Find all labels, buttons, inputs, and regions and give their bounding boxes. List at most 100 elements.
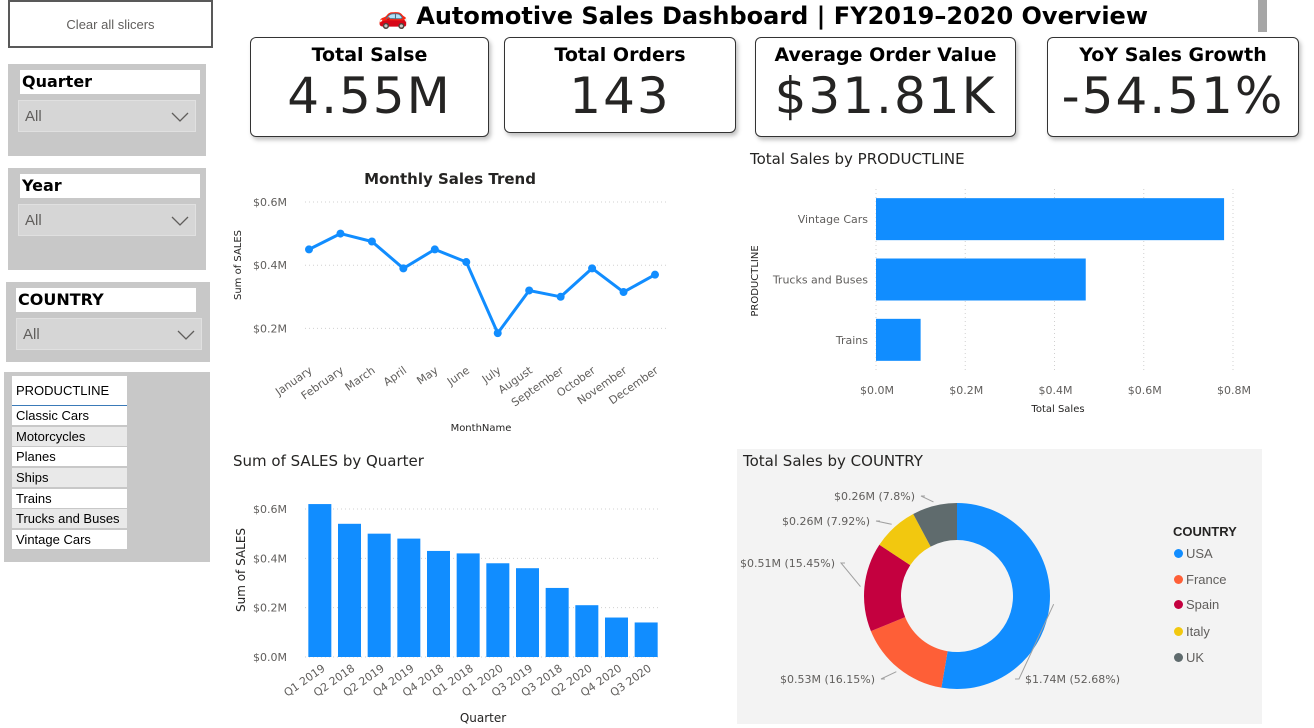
kpi-label: Total Salse xyxy=(311,44,428,66)
data-point xyxy=(336,229,345,238)
legend-item-france[interactable]: France xyxy=(1174,572,1226,587)
quarter-chart-title: Sum of SALES by Quarter xyxy=(233,452,424,470)
bar xyxy=(486,563,510,657)
bar xyxy=(575,605,599,657)
data-point xyxy=(305,245,313,254)
bar xyxy=(605,617,628,657)
sales-by-quarter-chart[interactable]: Sum of SALES Quarter $0.0M $0.2M $0.4M $0.6… xyxy=(225,475,675,725)
y-tick-label: $0.4M xyxy=(253,259,287,272)
year-slicer-label: Year xyxy=(20,174,200,198)
data-label: $1.74M (52.68%) xyxy=(1025,673,1120,686)
productline-item-vintage-cars[interactable]: Vintage Cars xyxy=(12,530,127,549)
bar xyxy=(427,550,450,657)
x-tick-label: March xyxy=(343,364,378,394)
country-dropdown[interactable]: All xyxy=(16,318,202,350)
productline-item-ships[interactable]: Ships xyxy=(12,468,127,487)
year-dropdown-value: All xyxy=(25,212,42,229)
quarter-dropdown-value: All xyxy=(25,108,42,125)
kpi-average-order-value: Average Order Value $31.81K xyxy=(755,37,1016,137)
bar xyxy=(456,553,480,657)
bar xyxy=(516,568,539,657)
data-point xyxy=(588,264,597,273)
x-tick-label: May xyxy=(414,364,440,388)
productline-item-motorcycles[interactable]: Motorcycles xyxy=(12,427,127,446)
label-leader-line xyxy=(875,520,892,525)
data-point xyxy=(619,288,628,297)
label-leader-line xyxy=(880,671,897,680)
x-axis-title: MonthName xyxy=(451,423,512,434)
productline-item-trucks-and-buses[interactable]: Trucks and Buses xyxy=(12,509,127,528)
quarter-dropdown[interactable]: All xyxy=(18,100,196,132)
legend-label: USA xyxy=(1186,546,1213,561)
y-tick-label: $0.2M xyxy=(253,602,287,615)
chevron-down-icon xyxy=(171,112,189,122)
productline-slicer: PRODUCTLINE Classic Cars Motorcycles Pla… xyxy=(4,372,210,562)
productline-item-planes[interactable]: Planes xyxy=(12,447,127,466)
bar xyxy=(545,587,569,657)
legend-item-usa[interactable]: USA xyxy=(1174,546,1213,561)
legend-label: Spain xyxy=(1186,597,1220,612)
chevron-down-icon xyxy=(177,330,195,340)
sales-by-country-donut-chart[interactable]: $1.74M (52.68%) $0.53M (16.15%) $0.51M (15… xyxy=(737,475,1167,720)
legend-label: France xyxy=(1186,572,1227,587)
data-label: $0.53M (16.15%) xyxy=(780,673,875,686)
data-point xyxy=(651,270,659,279)
quarter-slicer-label: Quarter xyxy=(20,70,200,94)
productline-chart-title: Total Sales by PRODUCTLINE xyxy=(750,150,965,168)
country-dropdown-value: All xyxy=(23,326,40,343)
legend-item-italy[interactable]: Italy xyxy=(1174,624,1210,639)
country-slicer-label: COUNTRY xyxy=(16,288,196,312)
chart-title: Monthly Sales Trend xyxy=(364,170,536,188)
data-point xyxy=(525,286,534,295)
legend-dot xyxy=(1174,575,1183,584)
y-tick-label: $0.2M xyxy=(253,322,287,335)
bar xyxy=(876,198,1225,241)
year-dropdown[interactable]: All xyxy=(18,204,196,236)
data-point xyxy=(493,329,502,338)
bar xyxy=(876,258,1086,301)
bar xyxy=(338,523,361,657)
kpi-label: Average Order Value xyxy=(774,44,997,66)
label-leader-line xyxy=(839,562,861,587)
legend-item-spain[interactable]: Spain xyxy=(1174,597,1219,612)
legend-label: Italy xyxy=(1186,624,1210,639)
data-point xyxy=(430,245,439,254)
data-point xyxy=(556,292,565,301)
series-line xyxy=(308,232,656,337)
kpi-value: 4.55M xyxy=(287,67,452,125)
page-title: 🚗 Automotive Sales Dashboard | FY2019–20… xyxy=(378,2,1149,30)
data-point xyxy=(367,237,376,246)
y-axis-title: Sum of SALES xyxy=(234,528,248,612)
country-chart-title: Total Sales by COUNTRY xyxy=(743,452,923,470)
y-tick-label: Vintage Cars xyxy=(798,213,869,226)
x-tick-label: June xyxy=(444,364,472,389)
y-tick-label: $0.6M xyxy=(253,503,287,516)
y-tick-label: Trucks and Buses xyxy=(772,274,868,287)
monthly-sales-trend-chart[interactable]: Monthly Sales Trend Sum of SALES MonthNa… xyxy=(225,160,675,445)
donut-slice xyxy=(941,503,1050,689)
productline-item-trains[interactable]: Trains xyxy=(12,489,127,508)
bar xyxy=(634,622,658,657)
y-tick-label: $0.6M xyxy=(253,196,287,209)
productline-item-classic-cars[interactable]: Classic Cars xyxy=(12,406,127,425)
legend-dot xyxy=(1174,549,1183,558)
sales-by-productline-chart[interactable]: PRODUCTLINE Total Sales $0.0M $0.2M $0.4M $… xyxy=(740,175,1280,420)
legend-item-uk[interactable]: UK xyxy=(1174,650,1204,665)
label-leader-line xyxy=(920,495,934,503)
x-tick-label: $0.0M xyxy=(860,384,894,397)
data-point xyxy=(462,258,471,267)
y-tick-label: Trains xyxy=(835,334,868,347)
legend-dot xyxy=(1174,627,1183,636)
x-tick-label: $0.6M xyxy=(1128,384,1162,397)
chevron-down-icon xyxy=(171,216,189,226)
kpi-label: YoY Sales Growth xyxy=(1079,44,1267,66)
kpi-total-sales: Total Salse 4.55M xyxy=(250,37,489,137)
kpi-yoy-sales-growth: YoY Sales Growth -54.51% xyxy=(1047,37,1299,137)
kpi-value: 143 xyxy=(569,67,671,125)
x-tick-label: $0.4M xyxy=(1039,384,1073,397)
scrollbar[interactable] xyxy=(1258,0,1267,32)
legend-dot xyxy=(1174,653,1183,662)
clear-all-slicers-button[interactable]: Clear all slicers xyxy=(8,0,213,48)
x-axis-title: Quarter xyxy=(460,711,506,725)
data-label: $0.26M (7.8%) xyxy=(834,490,915,503)
